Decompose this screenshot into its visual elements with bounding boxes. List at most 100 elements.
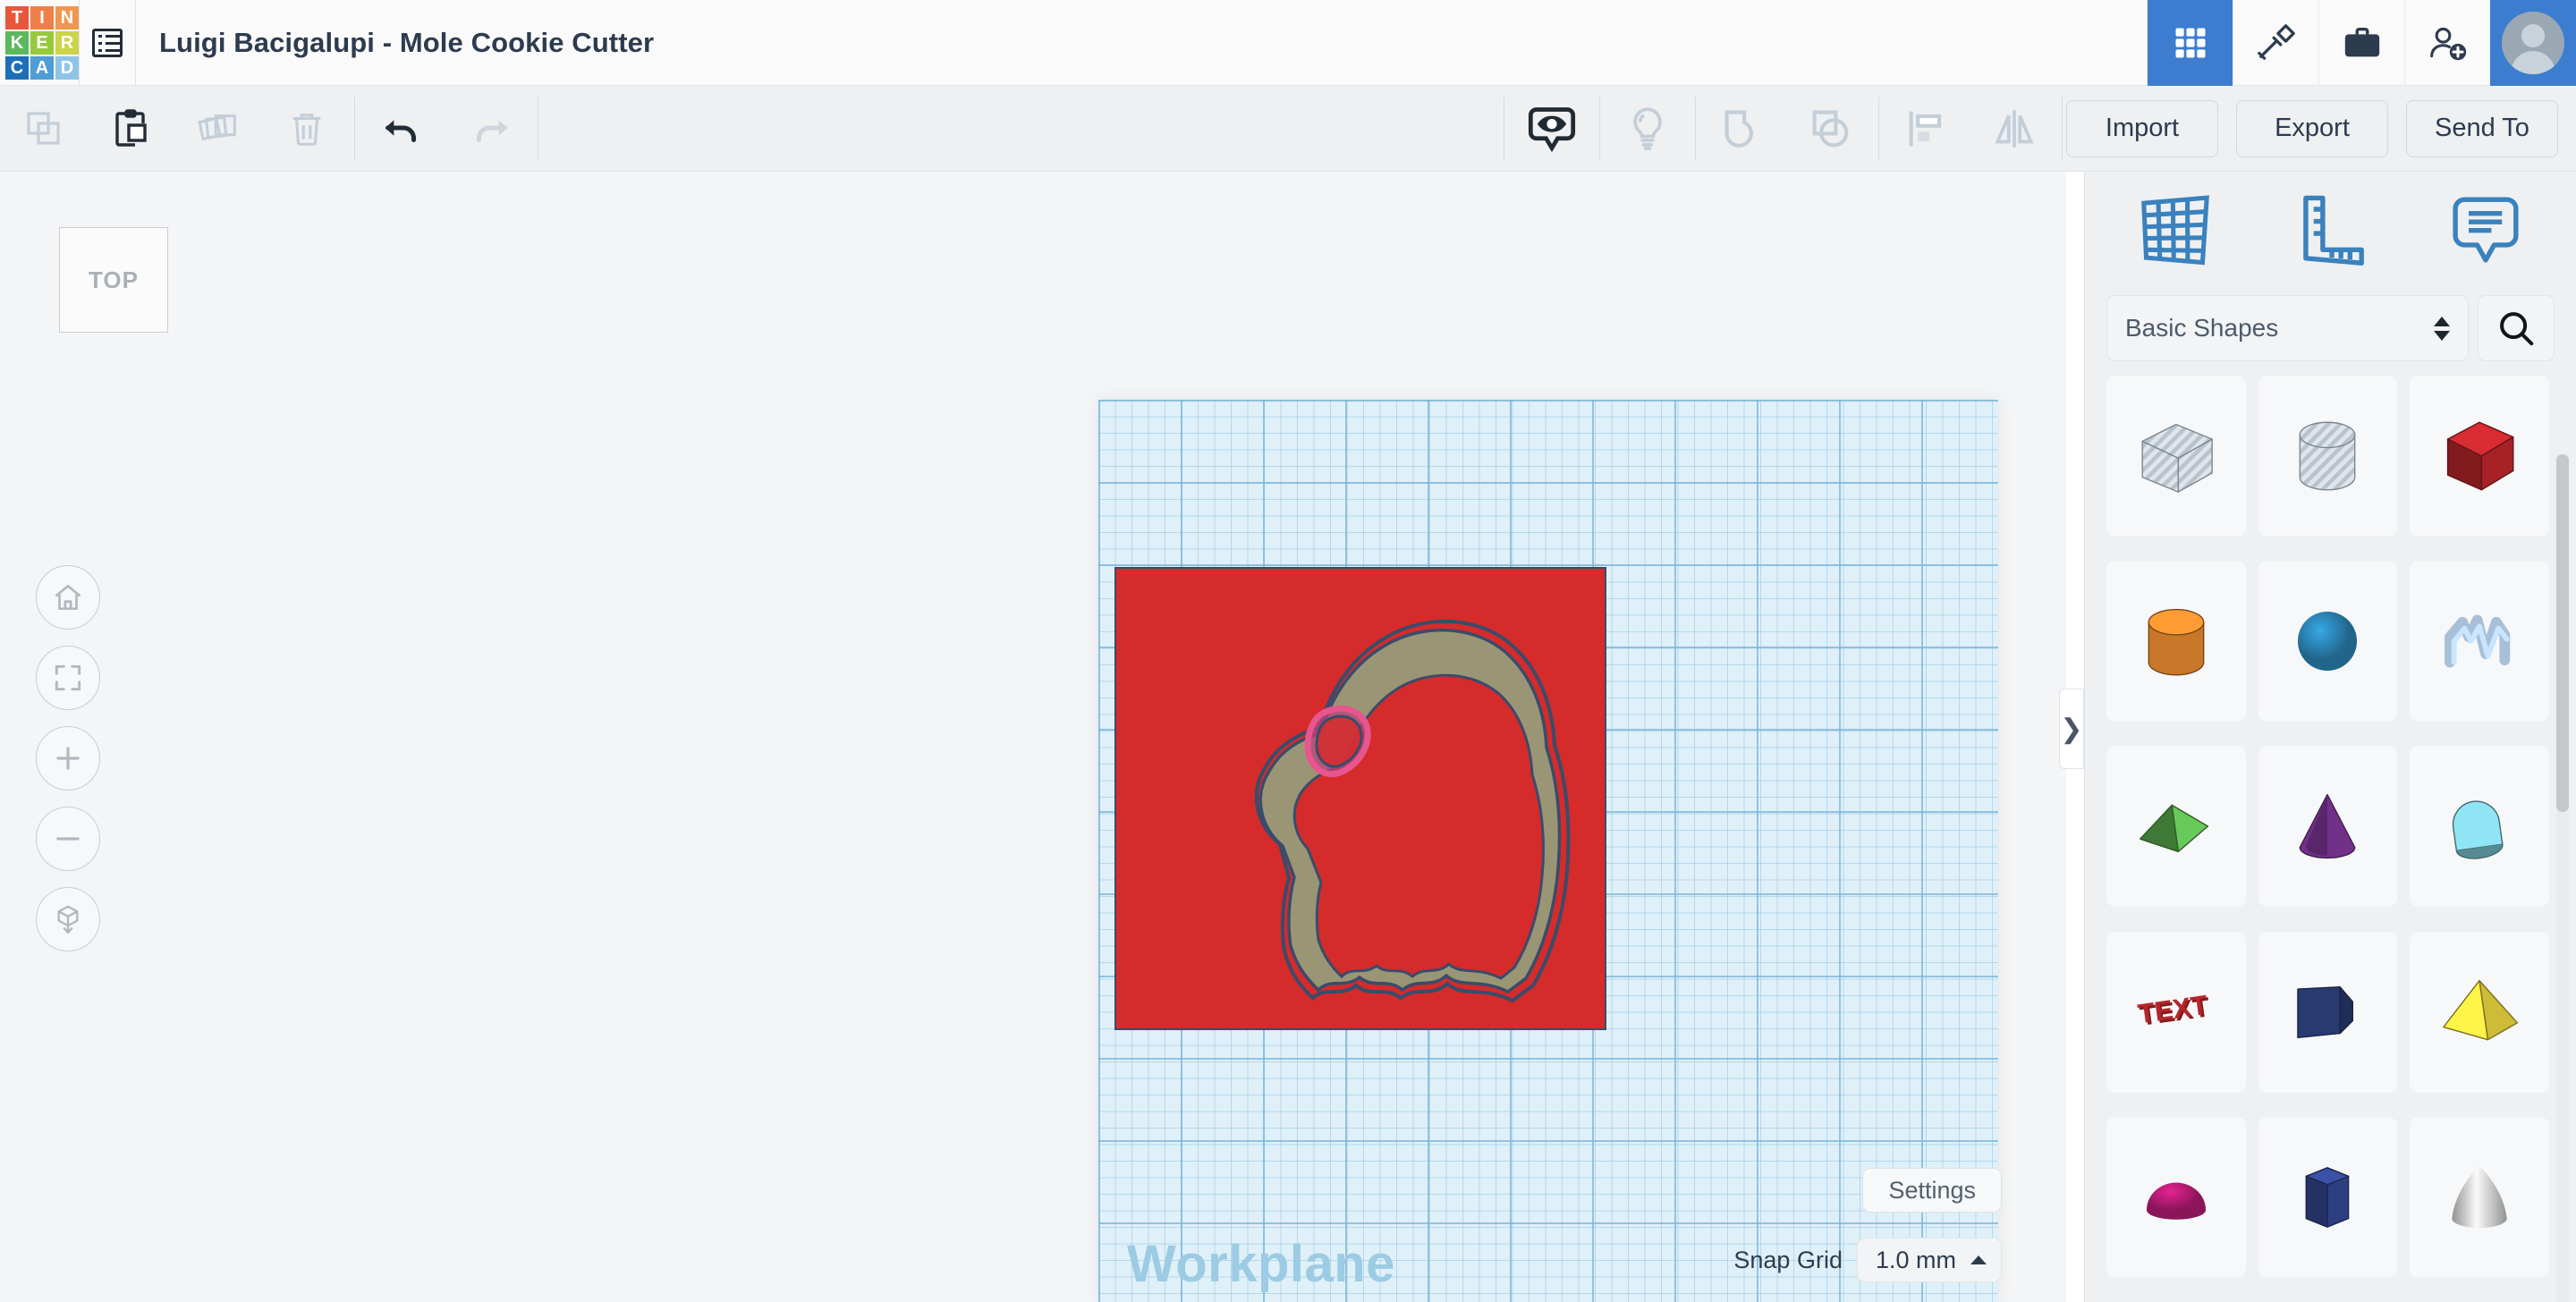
ungroup-button[interactable] xyxy=(1787,86,1875,172)
toolbar-separator-5 xyxy=(1695,97,1696,161)
logo-letter: C xyxy=(5,56,29,80)
paste-icon xyxy=(110,107,153,150)
snap-grid-control: Snap Grid 1.0 mm xyxy=(1733,1238,2002,1282)
user-account-button[interactable] xyxy=(2490,0,2576,86)
shape-scribble[interactable] xyxy=(2410,561,2549,722)
gallery-button[interactable] xyxy=(2318,0,2404,86)
tab-workplane[interactable] xyxy=(2122,181,2229,279)
mirror-icon xyxy=(1990,106,2038,152)
view-cube[interactable]: TOP xyxy=(59,227,168,333)
delete-button[interactable] xyxy=(263,86,351,172)
toolbar-separator-1 xyxy=(354,97,355,161)
briefcase-icon xyxy=(2342,22,2383,63)
view-navigation-controls xyxy=(36,565,100,951)
workplane-label: Workplane xyxy=(1127,1234,1395,1294)
home-view-button[interactable] xyxy=(36,565,100,630)
panel-collapse-handle[interactable]: ❯ xyxy=(2059,689,2084,769)
header-divider-2 xyxy=(135,0,136,86)
show-hide-button[interactable] xyxy=(1508,86,1596,172)
logo-letter: T xyxy=(5,6,29,30)
mirror-button[interactable] xyxy=(1970,86,2058,172)
clipboard-group xyxy=(0,86,351,172)
logo-letter: A xyxy=(30,56,54,80)
mole-cookie-cutter-model[interactable] xyxy=(1106,558,1624,1045)
tab-ruler[interactable] xyxy=(2276,181,2384,279)
group-button[interactable] xyxy=(1699,86,1787,172)
ruler-icon xyxy=(2289,190,2371,269)
shape-cone[interactable] xyxy=(2258,746,2398,907)
shape-box-hole[interactable] xyxy=(2106,376,2246,537)
align-icon xyxy=(1903,106,1950,152)
projection-toggle-button[interactable] xyxy=(36,887,100,951)
logo-letter: K xyxy=(5,31,29,55)
export-button[interactable]: Export xyxy=(2236,100,2388,157)
copy-button[interactable] xyxy=(0,86,88,172)
eye-reveal-icon xyxy=(1527,104,1577,154)
lightbulb-icon xyxy=(1624,105,1671,153)
snap-grid-value-dropdown[interactable]: 1.0 mm xyxy=(1857,1238,2002,1282)
shape-roof[interactable] xyxy=(2410,746,2549,907)
add-user-icon xyxy=(2427,23,2470,63)
search-button[interactable] xyxy=(2478,295,2555,361)
edit-toolbar: Import Export Send To xyxy=(0,86,2576,172)
zoom-out-button[interactable] xyxy=(36,807,100,871)
note-bubble-icon xyxy=(2445,190,2527,269)
duplicate-button[interactable] xyxy=(175,86,263,172)
toolbar-separator-7 xyxy=(2062,97,2063,161)
align-button[interactable] xyxy=(1883,86,1970,172)
avatar xyxy=(2502,12,2564,74)
undo-button[interactable] xyxy=(359,86,446,172)
shape-paraboloid[interactable] xyxy=(2410,1117,2549,1278)
tinkercad-logo[interactable]: TINKERCAD xyxy=(5,6,79,80)
shape-library-grid: TEXTTEXT xyxy=(2085,368,2576,1289)
shape-cylinder[interactable] xyxy=(2106,561,2246,722)
shape-box[interactable] xyxy=(2410,376,2549,537)
plus-icon xyxy=(51,741,85,775)
ortho-cube-icon xyxy=(51,902,85,936)
project-panel-toggle-button[interactable] xyxy=(80,0,135,86)
shape-text[interactable]: TEXTTEXT xyxy=(2106,932,2246,1093)
snap-grid-value-text: 1.0 mm xyxy=(1876,1247,1956,1274)
panel-tab-bar xyxy=(2085,172,2576,288)
viewport-canvas[interactable]: TOP xyxy=(0,172,2066,1302)
ungroup-shapes-icon xyxy=(1808,106,1854,152)
redo-arrow-icon xyxy=(466,107,514,150)
send-to-button[interactable]: Send To xyxy=(2406,100,2558,157)
shape-half-sphere[interactable] xyxy=(2106,1117,2246,1278)
hint-button[interactable] xyxy=(1604,86,1691,172)
redo-button[interactable] xyxy=(446,86,534,172)
tools-hammer-icon xyxy=(2256,22,2297,63)
page-title[interactable]: Luigi Bacigalupi - Mole Cookie Cutter xyxy=(159,27,654,59)
tools-button[interactable] xyxy=(2233,0,2318,86)
paste-button[interactable] xyxy=(88,86,175,172)
invite-user-button[interactable] xyxy=(2404,0,2490,86)
apps-grid-icon xyxy=(2171,23,2210,63)
settings-button[interactable]: Settings xyxy=(1862,1168,2002,1213)
logo-letter: N xyxy=(55,6,79,30)
undo-arrow-icon xyxy=(378,107,427,150)
list-icon xyxy=(92,29,123,57)
tinkercad-app: TINKERCAD Luigi Bacigalupi - Mole Cookie… xyxy=(0,0,2576,1302)
shape-cylinder-hole[interactable] xyxy=(2258,376,2398,537)
logo-letter: E xyxy=(30,31,54,55)
zoom-in-button[interactable] xyxy=(36,726,100,790)
app-header: TINKERCAD Luigi Bacigalupi - Mole Cookie… xyxy=(0,0,2576,86)
shape-panel-scrollbar-thumb[interactable] xyxy=(2556,454,2569,812)
fit-frame-icon xyxy=(51,661,85,695)
shape-wedge-blue[interactable] xyxy=(2258,932,2398,1093)
shape-category-select[interactable]: Basic Shapes xyxy=(2106,295,2469,361)
workplane-grid-icon xyxy=(2134,190,2216,269)
tab-note[interactable] xyxy=(2432,181,2539,279)
import-button[interactable]: Import xyxy=(2066,100,2218,157)
snap-grid-label: Snap Grid xyxy=(1733,1247,1843,1274)
group-shapes-icon xyxy=(1720,106,1767,152)
apps-grid-button[interactable] xyxy=(2147,0,2233,86)
toolbar-separator-4 xyxy=(1599,97,1600,161)
shape-polygon-prism[interactable] xyxy=(2258,1117,2398,1278)
search-icon xyxy=(2496,308,2537,349)
fit-to-view-button[interactable] xyxy=(36,646,100,710)
shape-sphere[interactable] xyxy=(2258,561,2398,722)
shape-pyramid-green[interactable] xyxy=(2106,746,2246,907)
shape-pyramid-yellow[interactable] xyxy=(2410,932,2549,1093)
minus-icon xyxy=(51,822,85,856)
